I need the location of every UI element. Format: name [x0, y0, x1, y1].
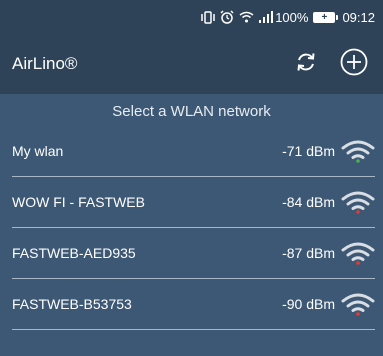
network-ssid: My wlan	[12, 143, 64, 159]
signal-percent: 100%	[275, 9, 309, 25]
list-header: Select a WLAN network	[112, 103, 271, 120]
wifi-signal-icon	[341, 242, 375, 265]
network-signal: -84 dBm	[282, 194, 335, 210]
network-signal: -71 dBm	[282, 143, 335, 159]
network-row[interactable]: My wlan -71 dBm	[12, 126, 375, 177]
add-network-button[interactable]	[335, 45, 373, 83]
battery-icon: +	[313, 11, 339, 23]
add-circle-icon	[339, 47, 369, 82]
battery-label: +	[321, 11, 328, 23]
refresh-icon	[294, 50, 318, 79]
status-time: 09:12	[342, 9, 375, 25]
network-row[interactable]: FASTWEB-B53753 -90 dBm	[12, 279, 375, 330]
network-row[interactable]: FASTWEB-AED935 -87 dBm	[12, 228, 375, 279]
network-ssid: WOW FI - FASTWEB	[12, 194, 145, 210]
network-ssid: FASTWEB-AED935	[12, 245, 136, 261]
wifi-signal-icon	[341, 191, 375, 214]
network-signal: -87 dBm	[282, 245, 335, 261]
vibrate-icon	[201, 10, 215, 24]
network-ssid: FASTWEB-B53753	[12, 296, 132, 312]
refresh-button[interactable]	[287, 45, 325, 83]
alarm-icon	[220, 10, 234, 24]
wifi-status-icon	[239, 11, 254, 23]
app-title: AirLino®	[12, 54, 78, 73]
wifi-signal-icon	[341, 293, 375, 316]
network-signal: -90 dBm	[282, 296, 335, 312]
app-bar: AirLino®	[0, 34, 383, 94]
network-list: My wlan -71 dBm WOW FI - FASTWEB -84 dBm…	[0, 126, 383, 330]
network-row[interactable]: WOW FI - FASTWEB -84 dBm	[12, 177, 375, 228]
wifi-signal-icon	[341, 140, 375, 163]
status-bar: 100% + 09:12	[0, 0, 383, 34]
cell-signal-icon	[259, 11, 274, 23]
